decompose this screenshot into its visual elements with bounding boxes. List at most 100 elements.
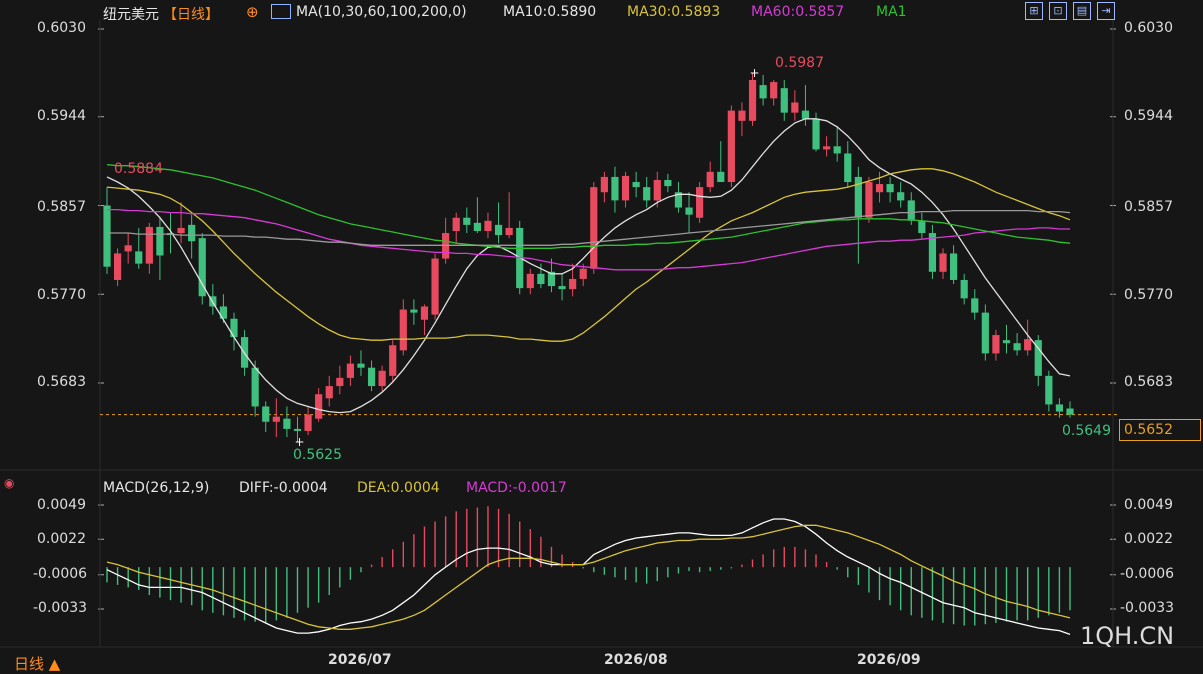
date-label: 2026/09 xyxy=(857,652,921,668)
ma200-line xyxy=(107,209,1071,246)
price-axis-label-right: 0.5944 xyxy=(1124,108,1173,124)
left-high-annotation: 0.5884 xyxy=(114,161,163,177)
candle-body xyxy=(971,298,979,313)
low-annotation: 0.5625 xyxy=(293,447,342,463)
period-label[interactable]: 【日线】 xyxy=(163,4,219,24)
candle-body xyxy=(1045,375,1053,405)
candle-body xyxy=(833,146,841,154)
candle-body xyxy=(336,377,344,387)
window-icon[interactable]: ▤ xyxy=(1073,2,1091,20)
candle-body xyxy=(315,394,323,419)
candle-body xyxy=(473,222,481,231)
ma100-line xyxy=(106,164,1071,249)
period-footer[interactable]: 日线 ▲ xyxy=(14,653,60,674)
candle-body xyxy=(812,118,820,150)
candle-body xyxy=(463,217,471,225)
candle-body xyxy=(1066,408,1074,415)
candle-body xyxy=(569,278,577,290)
candle-body xyxy=(801,110,810,119)
high-annotation: 0.5987 xyxy=(775,55,824,71)
candle-body xyxy=(103,205,111,267)
candle-body xyxy=(188,224,196,242)
candle-body xyxy=(367,367,376,387)
candle-body xyxy=(410,309,418,313)
candle-body xyxy=(526,273,534,289)
candle-body xyxy=(325,386,333,399)
macd-axis-label-right: 0.0049 xyxy=(1124,497,1173,513)
candle-body xyxy=(897,192,905,201)
candle-body xyxy=(124,245,132,252)
candle-body xyxy=(494,224,503,236)
ma30-line xyxy=(106,168,1071,342)
export-icon[interactable]: ⇥ xyxy=(1097,2,1115,20)
candle-body xyxy=(558,286,566,290)
macd-settings-icon[interactable]: ◉ xyxy=(4,476,14,490)
macd-axis-label: -0.0033 xyxy=(33,600,88,616)
macd-axis-label-right: -0.0006 xyxy=(1120,566,1175,582)
zoom-icon[interactable]: ⊡ xyxy=(1049,2,1067,20)
macd-axis-label: -0.0006 xyxy=(33,566,88,582)
candle-body xyxy=(875,184,884,193)
candle-body xyxy=(706,171,714,188)
candle-body xyxy=(685,207,693,215)
add-icon[interactable]: ⊕ xyxy=(246,3,259,21)
candle-body xyxy=(717,171,725,183)
candle-body xyxy=(505,227,513,236)
layout-icon[interactable]: ⊞ xyxy=(1025,2,1043,20)
ma10-value: MA10:0.5890 xyxy=(503,4,597,20)
macd-macd-value: MACD:-0.0017 xyxy=(466,480,567,496)
price-axis-label: 0.5857 xyxy=(37,199,86,215)
candle-body xyxy=(791,102,799,113)
macd-name[interactable]: MACD(26,12,9) xyxy=(103,480,209,496)
candle-body xyxy=(823,146,831,150)
date-label: 2026/07 xyxy=(328,652,392,668)
candle-body xyxy=(262,406,270,422)
price-axis-label-right: 0.5857 xyxy=(1124,199,1173,215)
candle-body xyxy=(759,85,767,99)
candle-body xyxy=(992,335,1000,354)
candle-body xyxy=(664,179,672,187)
price-axis-label-right: 0.5770 xyxy=(1124,287,1173,303)
candle-body xyxy=(590,187,598,269)
ma1-value: MA1 xyxy=(876,4,907,20)
candle-body xyxy=(643,187,651,201)
candle-body xyxy=(177,227,185,234)
candle-body xyxy=(727,110,735,183)
candle-body xyxy=(113,253,122,280)
price-chart[interactable]: ++ xyxy=(0,0,1203,674)
ma60-line xyxy=(107,208,1070,271)
high-marker: + xyxy=(750,66,760,80)
candle-body xyxy=(357,363,365,368)
macd-axis-label-right: 0.0022 xyxy=(1124,531,1173,547)
candle-body xyxy=(293,428,302,431)
candle-body xyxy=(156,226,164,256)
price-axis-label-right: 0.6030 xyxy=(1124,20,1173,36)
macd-dea-line xyxy=(106,524,1071,630)
ma-indicator-name[interactable]: MA(10,30,60,100,200,0) xyxy=(296,4,467,20)
candle-body xyxy=(907,200,915,221)
candle-body xyxy=(283,418,291,429)
candle-body xyxy=(272,416,280,422)
candle-body xyxy=(611,176,619,201)
indicator-chart-icon[interactable] xyxy=(271,4,291,19)
last-low-annotation: 0.5649 xyxy=(1062,423,1111,439)
candle-body xyxy=(696,187,704,218)
candle-body xyxy=(135,251,143,264)
candle-body xyxy=(452,217,460,231)
price-axis-label-right: 0.5683 xyxy=(1124,374,1173,390)
date-label: 2026/08 xyxy=(604,652,668,668)
candle-body xyxy=(918,220,926,234)
price-axis-label: 0.6030 xyxy=(37,20,86,36)
candle-body xyxy=(537,273,545,285)
candle-body xyxy=(1013,343,1021,351)
candle-body xyxy=(230,318,238,338)
candle-body xyxy=(579,268,587,279)
candle-body xyxy=(770,82,778,99)
macd-axis-label: 0.0022 xyxy=(37,531,86,547)
watermark: 1QH.CN xyxy=(1080,622,1175,650)
ma30-value: MA30:0.5893 xyxy=(627,4,721,20)
price-axis-label: 0.5770 xyxy=(37,287,86,303)
candle-body xyxy=(844,153,852,183)
ma60-value: MA60:0.5857 xyxy=(751,4,845,20)
candle-body xyxy=(865,182,873,218)
